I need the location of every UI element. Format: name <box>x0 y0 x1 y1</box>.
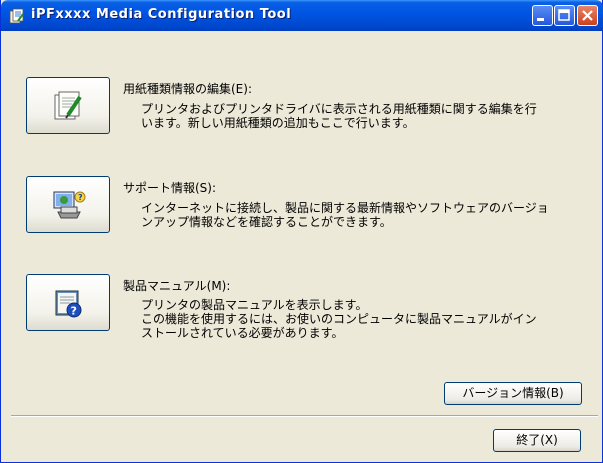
product-manual-description: プリンタの製品マニュアルを表示します。 この機能を使用するには、お使いのコンピュ… <box>141 298 537 340</box>
app-window: iPFxxxx Media Configuration Tool 用紙種類情報の… <box>0 0 603 463</box>
support-info-heading: サポート情報(S): <box>123 181 217 195</box>
title-bar[interactable]: iPFxxxx Media Configuration Tool <box>1 0 603 31</box>
product-manual-heading: 製品マニュアル(M): <box>123 279 231 293</box>
close-icon <box>582 10 593 21</box>
maximize-button[interactable] <box>554 5 575 26</box>
maximize-icon <box>558 9 570 21</box>
support-info-icon: ? <box>53 191 86 219</box>
support-info-button[interactable]: ? <box>26 176 110 233</box>
product-manual-button[interactable]: ? <box>26 274 110 331</box>
edit-media-type-button[interactable] <box>26 77 110 134</box>
minimize-button[interactable] <box>532 5 553 26</box>
close-button[interactable] <box>577 5 598 26</box>
footer-separator <box>11 415 598 417</box>
version-info-button[interactable]: バージョン情報(B) <box>444 382 582 405</box>
app-icon <box>9 8 25 24</box>
dialog-body: 用紙種類情報の編集(E): プリンタおよびプリンタドライバに表示される用紙種類に… <box>5 31 598 459</box>
manual-help-icon: ? <box>55 290 82 318</box>
exit-button[interactable]: 終了(X) <box>493 429 581 452</box>
svg-text:?: ? <box>71 305 77 318</box>
edit-media-type-heading: 用紙種類情報の編集(E): <box>123 82 252 96</box>
support-info-description: インターネットに接続し、製品に関する最新情報やソフトウェアのバージョ ンアップ情… <box>141 201 549 229</box>
svg-text:?: ? <box>78 193 83 202</box>
media-edit-icon <box>54 91 82 120</box>
minimize-icon <box>537 18 544 21</box>
window-title: iPFxxxx Media Configuration Tool <box>31 7 292 22</box>
edit-media-type-description: プリンタおよびプリンタドライバに表示される用紙種類に関する編集を行 います。新し… <box>141 102 537 130</box>
